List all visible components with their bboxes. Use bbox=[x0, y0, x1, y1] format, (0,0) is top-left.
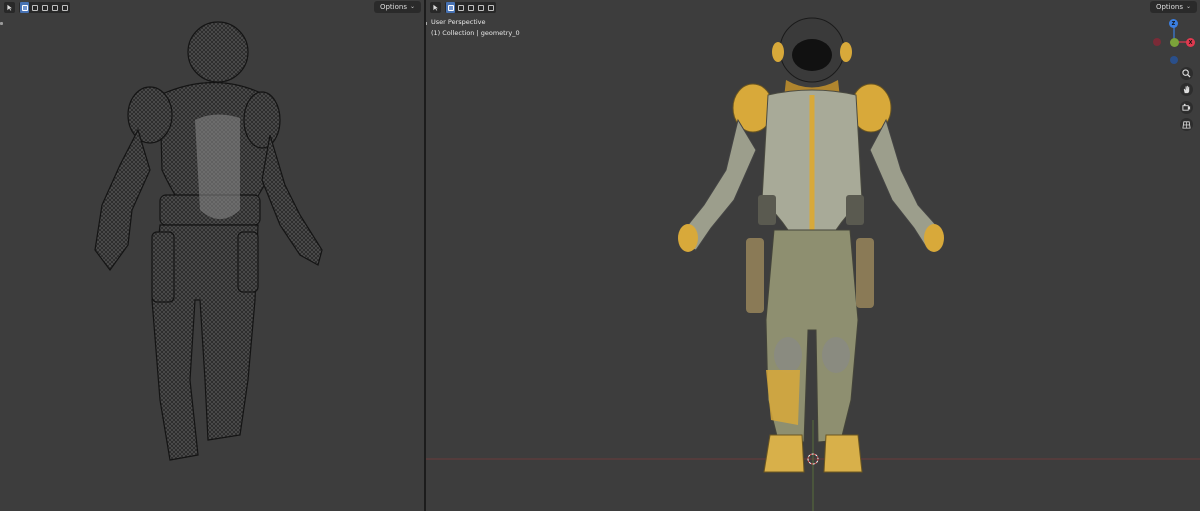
scene-render[interactable] bbox=[426, 0, 1200, 511]
neg-z-axis-gizmo-button[interactable] bbox=[1170, 56, 1178, 64]
y-axis-gizmo-button[interactable] bbox=[1170, 38, 1179, 47]
neg-x-axis-gizmo-button[interactable] bbox=[1153, 38, 1161, 46]
suit-model bbox=[678, 17, 944, 473]
wireframe-model[interactable] bbox=[0, 0, 424, 511]
x-axis-label: X bbox=[1188, 39, 1193, 46]
grid-icon[interactable] bbox=[1180, 118, 1193, 131]
zoom-icon[interactable] bbox=[1180, 67, 1193, 80]
left-viewport[interactable]: Options ⌄ bbox=[0, 0, 424, 511]
z-axis-label: Z bbox=[1171, 20, 1176, 27]
z-axis-gizmo-button[interactable]: Z bbox=[1169, 19, 1178, 28]
camera-icon[interactable] bbox=[1180, 101, 1193, 114]
right-viewport[interactable]: Options ⌄ User Perspective (1) Collectio… bbox=[426, 0, 1200, 511]
navigation-gizmo[interactable]: Z X bbox=[1152, 16, 1196, 66]
hand-pan-icon[interactable] bbox=[1180, 83, 1193, 96]
x-axis-gizmo-button[interactable]: X bbox=[1186, 38, 1195, 47]
